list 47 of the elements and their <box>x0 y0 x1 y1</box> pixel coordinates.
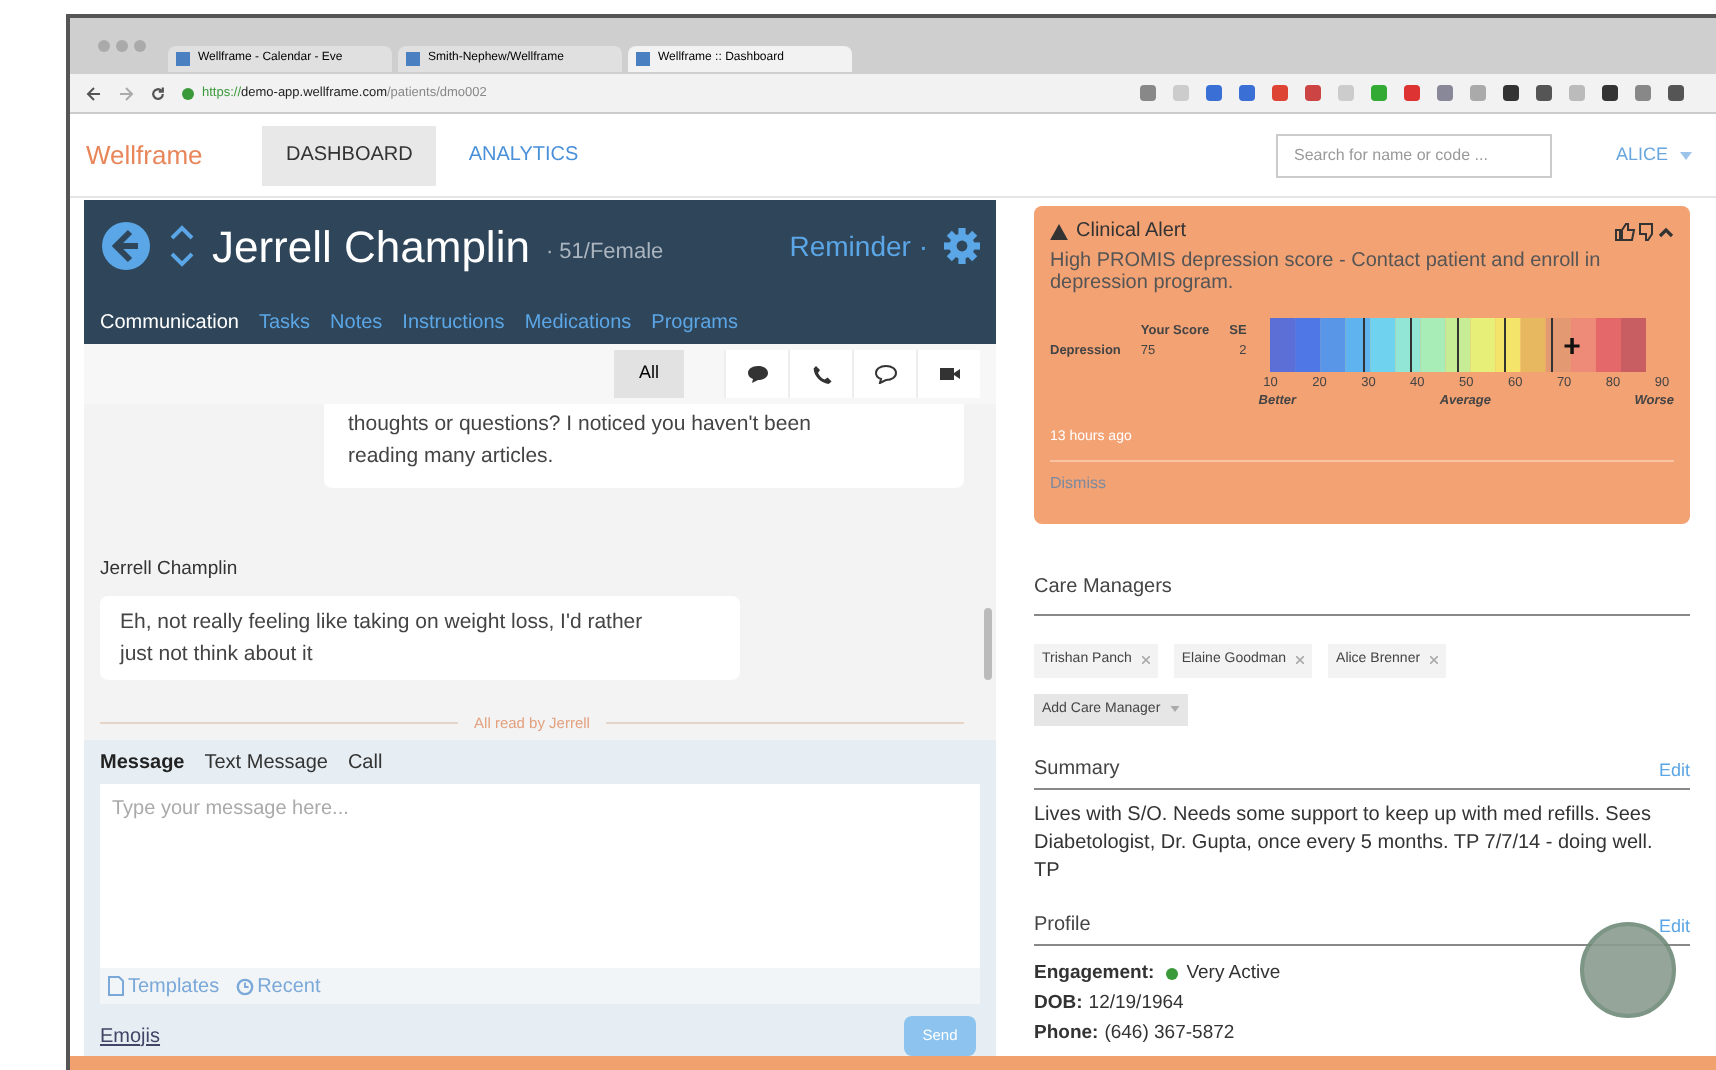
patient-tab[interactable]: Medications <box>524 308 632 338</box>
alert-message: High PROMIS depression score - Contact patient and enroll in depression program. <box>1050 250 1603 294</box>
scrollbar-thumb[interactable] <box>984 608 992 680</box>
forward-arrow-icon[interactable] <box>118 85 134 101</box>
patient-tab[interactable]: Communication <box>100 308 239 338</box>
section-title: Profile <box>1034 912 1091 940</box>
field-label: DOB: <box>1034 990 1083 1018</box>
composer-mode-tab[interactable]: Call <box>347 747 383 777</box>
feedback-icons-drawing[interactable] <box>1614 221 1674 241</box>
document-icon <box>108 976 124 996</box>
remove-icon[interactable] <box>1141 656 1150 665</box>
remove-icon[interactable] <box>1296 656 1305 665</box>
warning-icon <box>1050 223 1068 239</box>
search-field[interactable]: Search for name or code ... <box>1275 133 1552 177</box>
filter-all-button[interactable]: All <box>614 350 684 398</box>
field-value: (646) 367-5872 <box>1104 1020 1235 1048</box>
remove-icon[interactable] <box>1430 656 1439 665</box>
patient-tab[interactable]: Tasks <box>258 308 311 338</box>
patient-tab[interactable]: Instructions <box>402 308 505 338</box>
composer-mode-tab[interactable]: Text Message <box>204 747 328 777</box>
caret-icon <box>1680 151 1692 159</box>
patient-info: · 51/Female <box>545 237 664 268</box>
emojis-link[interactable]: Emojis <box>100 1021 161 1051</box>
incoming-message: Eh, not really feeling like taking on weight loss, I'd rather just not think about it <box>100 596 740 681</box>
field-value: 12/19/1964 <box>1088 990 1184 1018</box>
patient-tab[interactable]: Programs <box>651 308 739 338</box>
section-title: Summary <box>1034 756 1120 784</box>
message-field[interactable]: Type your message here... <box>100 784 980 968</box>
field-label: Phone: <box>1034 1020 1099 1048</box>
nav-tab[interactable]: DASHBOARD <box>262 125 437 185</box>
field-value: Very Active <box>1186 960 1281 988</box>
reload-icon[interactable] <box>150 85 166 101</box>
composer-mode-tab[interactable]: Message <box>100 747 185 777</box>
field-label: Engagement: <box>1034 960 1155 988</box>
settings-icon[interactable] <box>944 228 980 264</box>
summary-text: Lives with S/O. Needs some support to keep up with med refills. Sees Diabetologist, Dr. Gupta, once every 5 months. TP 7/7/14 - doing well. TP <box>1034 802 1655 886</box>
clock-icon <box>235 977 254 995</box>
back-arrow-icon[interactable] <box>86 85 102 101</box>
caret-icon <box>1170 706 1181 713</box>
outgoing-message: thoughts or questions? I noticed you haven't been reading many articles. <box>324 404 964 488</box>
patient-tab[interactable]: Notes <box>330 308 383 338</box>
reminder-link[interactable]: Reminder · <box>789 225 928 267</box>
patient-name: Jerrell Champlin <box>212 219 530 276</box>
up-down-chevrons-icon[interactable] <box>168 220 196 272</box>
alert-title: Clinical Alert <box>1076 218 1187 246</box>
section-title: Care Managers <box>1034 576 1172 598</box>
sender-name: Jerrell Champlin <box>100 556 238 584</box>
